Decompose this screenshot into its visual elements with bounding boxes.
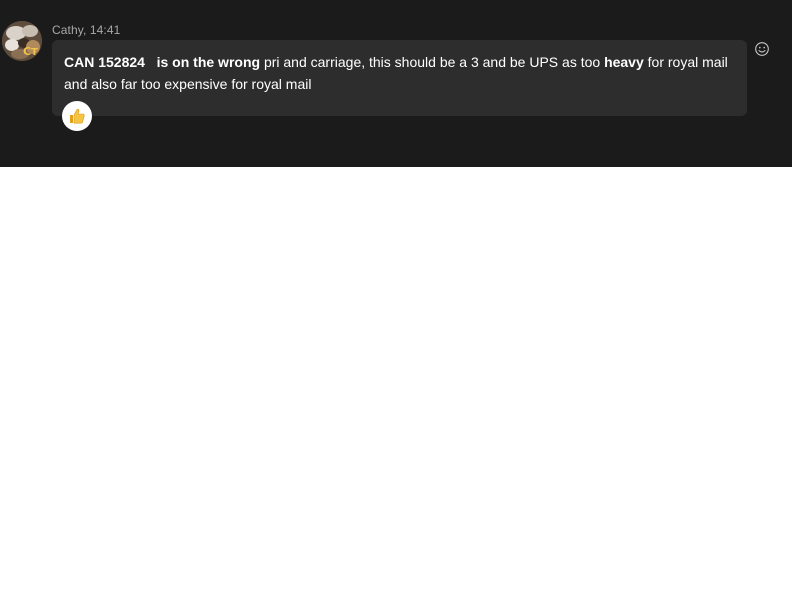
message-meta: Cathy, 14:41 (52, 23, 120, 37)
svg-text:C: C (23, 45, 31, 58)
chat-panel: C T Cathy, 14:41 CAN 152824 is on the wr… (0, 0, 792, 167)
message-text-gap (145, 54, 157, 70)
message-bubble[interactable]: CAN 152824 is on the wrong pri and carri… (52, 40, 747, 116)
thumbs-up-icon (70, 108, 85, 124)
sender-name: Cathy (52, 23, 83, 37)
add-reaction-button[interactable] (754, 41, 770, 57)
smiley-icon (755, 42, 769, 56)
message-text-order-number: CAN 152824 (64, 54, 145, 70)
sender-avatar[interactable]: C T (2, 21, 42, 61)
reaction-thumbs-up[interactable] (62, 101, 92, 131)
avatar-image: C T (2, 21, 42, 61)
message-text-body: pri and carriage, this should be a 3 and… (260, 54, 605, 70)
message-text-emphasis-heavy: heavy (604, 54, 644, 70)
message-timestamp: 14:41 (89, 23, 121, 37)
message-text-emphasis: is on the wrong (156, 54, 261, 70)
svg-text:T: T (31, 47, 38, 58)
meta-separator: , (82, 23, 90, 37)
